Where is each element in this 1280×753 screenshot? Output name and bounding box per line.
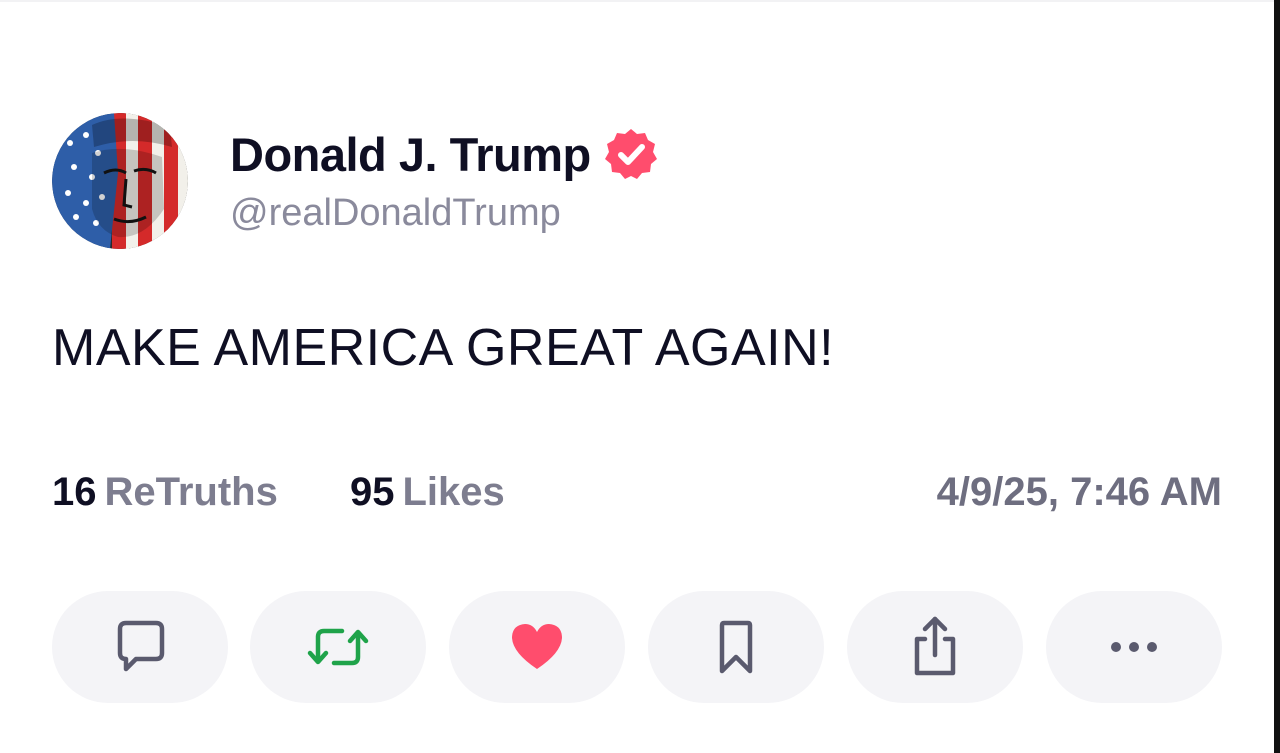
retruths-count: 16 [52,470,97,514]
post-timestamp: 4/9/25, 7:46 AM [936,470,1222,514]
bookmark-icon [719,620,753,674]
retruths-stat[interactable]: 16 ReTruths [52,470,278,515]
bookmark-button[interactable] [648,591,824,703]
right-border [1274,0,1280,753]
likes-count: 95 [350,470,395,514]
verified-badge-icon [603,126,659,182]
action-bar [52,591,1222,703]
author-block: Donald J. Trump @realDonaldTrump [230,122,659,235]
name-row: Donald J. Trump [230,122,659,186]
retruth-button[interactable] [250,591,426,703]
heart-icon [512,624,562,669]
share-button[interactable] [847,591,1023,703]
retruth-icon [307,628,369,666]
more-options-button[interactable] [1046,591,1222,703]
likes-stat[interactable]: 95 Likes [350,470,505,515]
like-button[interactable] [449,591,625,703]
author-display-name[interactable]: Donald J. Trump [230,127,591,182]
author-handle[interactable]: @realDonaldTrump [230,192,659,235]
likes-label: Likes [402,470,505,514]
post-text: MAKE AMERICA GREAT AGAIN! [52,319,835,377]
retruths-label: ReTruths [104,470,278,514]
avatar[interactable] [52,113,188,249]
share-icon [914,616,956,676]
post-card: Donald J. Trump @realDonaldTrump MAKE AM… [52,0,1222,753]
reply-button[interactable] [52,591,228,703]
post-stats: 16 ReTruths 95 Likes 4/9/25, 7:46 AM [52,470,1222,520]
comment-icon [117,620,165,672]
avatar-flag-face-icon [52,113,188,249]
more-icon [1111,642,1157,652]
